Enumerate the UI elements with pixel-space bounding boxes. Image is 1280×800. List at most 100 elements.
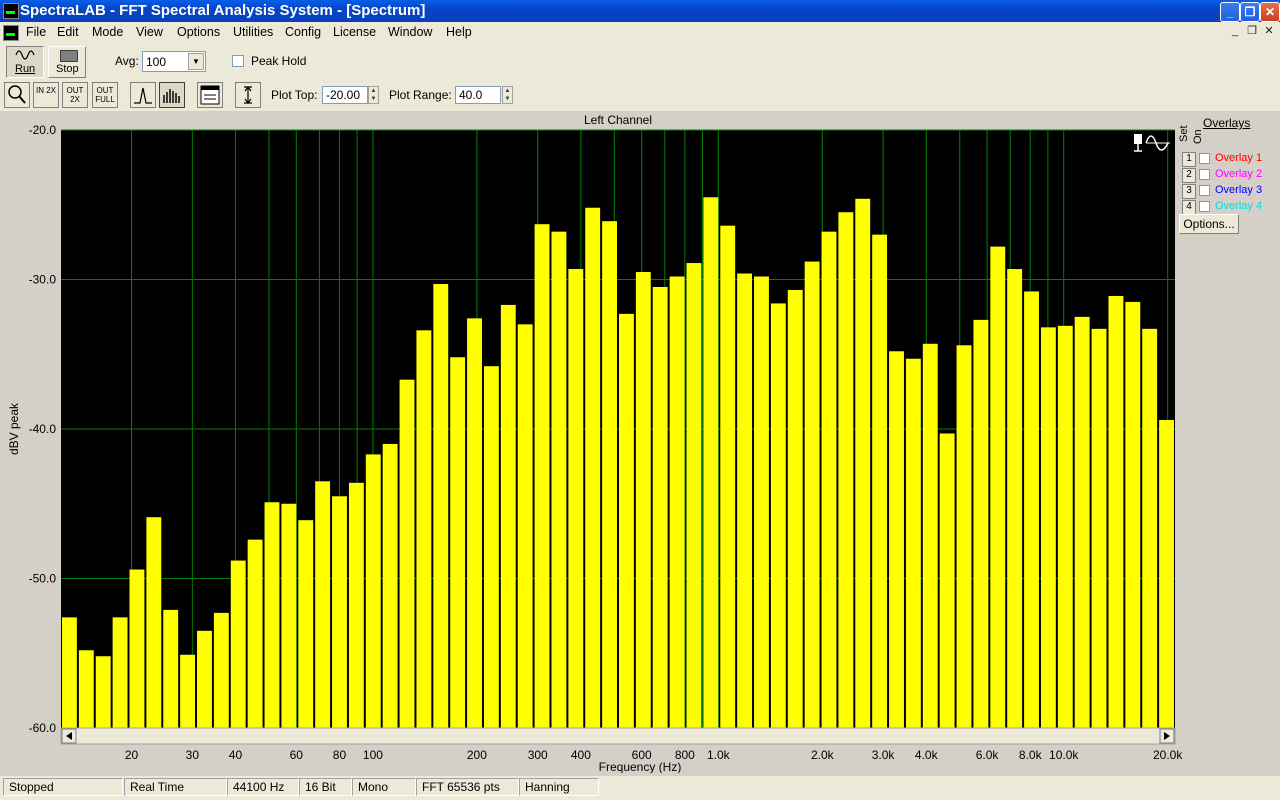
line-mode-button[interactable]	[130, 82, 156, 108]
peak-hold-checkbox[interactable]	[232, 55, 244, 67]
stop-button[interactable]: Stop	[48, 46, 86, 78]
plot-toolbar: IN 2X OUT 2X OUT FULL Plot Top: -20.00 ▲…	[0, 78, 1280, 111]
spectrum-bar	[652, 286, 668, 728]
spectrum-bar	[787, 289, 803, 728]
spectrum-bar	[1024, 291, 1039, 728]
spectrum-chart: Left Channel -20.0 -30.0 -40.0 -50.0 -60.0 2…	[7, 113, 1183, 773]
bar-plot-icon	[163, 89, 180, 103]
overlay-row: 3 Overlay 3	[1182, 184, 1280, 199]
overlay-label: Overlay 4	[1215, 200, 1263, 212]
overlay-set-button[interactable]: 4	[1182, 200, 1196, 215]
plot-range-input[interactable]: 40.0	[455, 86, 501, 104]
menu-file[interactable]: File	[26, 25, 46, 39]
spectrum-bar	[1040, 327, 1056, 728]
x-axis-label: Frequency (Hz)	[599, 760, 682, 773]
overlays-on-label: On	[1192, 129, 1204, 144]
menu-view[interactable]: View	[136, 25, 163, 39]
plot-top-label: Plot Top:	[271, 88, 318, 102]
plot-range-spinner[interactable]: ▲ ▼	[502, 86, 513, 104]
menu-config[interactable]: Config	[285, 25, 321, 39]
plot-range-value: 40.0	[459, 88, 483, 102]
bar-mode-button[interactable]	[159, 82, 185, 108]
menu-license[interactable]: License	[333, 25, 376, 39]
spectrum-bar	[315, 481, 331, 728]
spectrum-bar	[382, 443, 398, 728]
overlay-checkbox[interactable]	[1199, 169, 1210, 180]
zoom-in-label: IN 2X	[35, 86, 56, 95]
restore-button[interactable]: ❐	[1240, 2, 1260, 22]
display-settings-button[interactable]	[197, 82, 223, 108]
minimize-button[interactable]: _	[1220, 2, 1240, 22]
x-tick-label: 300	[528, 748, 548, 762]
menu-help[interactable]: Help	[446, 25, 472, 39]
spectrum-bar	[1074, 316, 1090, 728]
horizontal-scrollbar[interactable]	[60, 727, 1176, 745]
spectrum-bar	[213, 612, 229, 728]
zoom-out-label: OUT 2X	[66, 86, 84, 104]
menu-utilities[interactable]: Utilities	[233, 25, 273, 39]
zoom-out-full-button[interactable]: OUT FULL	[92, 82, 118, 108]
status-window: Hanning	[519, 778, 599, 796]
spectrum-bar	[348, 482, 364, 728]
plot-top-spinner[interactable]: ▲ ▼	[368, 86, 379, 104]
autoscale-button[interactable]	[235, 82, 261, 108]
spectrum-bar	[737, 273, 753, 728]
overlays-panel: Overlays Set On 1 Overlay 1 2 Overlay 2 …	[1178, 116, 1278, 256]
overlay-label: Overlay 2	[1215, 168, 1263, 180]
menu-options[interactable]: Options	[177, 25, 220, 39]
overlay-options-button[interactable]: Options...	[1179, 214, 1239, 234]
x-tick-label: 40	[229, 748, 243, 762]
spectrum-bar	[450, 357, 466, 728]
spectrum-bar	[855, 198, 871, 728]
y-tick-label: -50.0	[29, 572, 57, 586]
menu-edit[interactable]: Edit	[57, 25, 79, 39]
overlay-checkbox[interactable]	[1199, 201, 1210, 212]
mdi-child-icon[interactable]	[3, 25, 19, 41]
spectrum-bar	[264, 502, 280, 728]
spectrum-bar	[1091, 328, 1107, 728]
zoom-out-2x-button[interactable]: OUT 2X	[62, 82, 88, 108]
overlay-set-button[interactable]: 3	[1182, 184, 1196, 199]
spectrum-bar	[939, 433, 955, 728]
main-toolbar: Run Stop Avg: 100 ▼ Peak Hold	[0, 42, 1280, 78]
zoom-in-2x-button[interactable]: IN 2X	[33, 82, 59, 108]
spectrum-bar	[1108, 295, 1124, 728]
chevron-down-icon[interactable]: ▼	[188, 53, 204, 70]
avg-select[interactable]: 100 ▼	[142, 51, 206, 72]
spectrum-bar	[1125, 301, 1141, 728]
app-icon[interactable]	[3, 3, 19, 19]
zoom-button[interactable]	[4, 82, 30, 108]
run-button[interactable]: Run	[6, 46, 44, 78]
overlay-set-button[interactable]: 2	[1182, 168, 1196, 183]
overlay-row: 2 Overlay 2	[1182, 168, 1280, 183]
magnifier-icon	[8, 85, 26, 104]
x-tick-label: 1.0k	[707, 748, 731, 762]
spectrum-bar	[568, 269, 584, 728]
spectrum-bar	[95, 656, 111, 728]
menu-window[interactable]: Window	[388, 25, 432, 39]
spectrum-bar	[1057, 325, 1073, 728]
overlays-set-label: Set	[1178, 125, 1190, 142]
mdi-close-button[interactable]: ✕	[1262, 24, 1276, 38]
x-tick-label: 200	[467, 748, 487, 762]
peak-hold-label: Peak Hold	[251, 54, 307, 68]
x-tick-label: 4.0k	[915, 748, 939, 762]
mdi-minimize-button[interactable]: _	[1228, 24, 1242, 38]
spectrum-bar	[365, 454, 381, 728]
spectrum-bar	[1142, 328, 1158, 728]
plot-range-label: Plot Range:	[389, 88, 452, 102]
spectrum-bar	[399, 379, 415, 728]
spectrum-bar	[990, 246, 1006, 729]
status-bit-depth: 16 Bit	[299, 778, 352, 796]
overlay-checkbox[interactable]	[1199, 185, 1210, 196]
spectrum-bar	[956, 345, 972, 728]
spectrum-bar	[112, 617, 128, 728]
overlay-set-button[interactable]: 1	[1182, 152, 1196, 167]
menu-mode[interactable]: Mode	[92, 25, 123, 39]
overlay-row: 1 Overlay 1	[1182, 152, 1280, 167]
plot-top-input[interactable]: -20.00	[322, 86, 368, 104]
overlay-checkbox[interactable]	[1199, 153, 1210, 164]
mdi-restore-button[interactable]: ❐	[1245, 24, 1259, 38]
close-button[interactable]: ✕	[1260, 2, 1280, 22]
spectrum-bar	[838, 212, 854, 729]
